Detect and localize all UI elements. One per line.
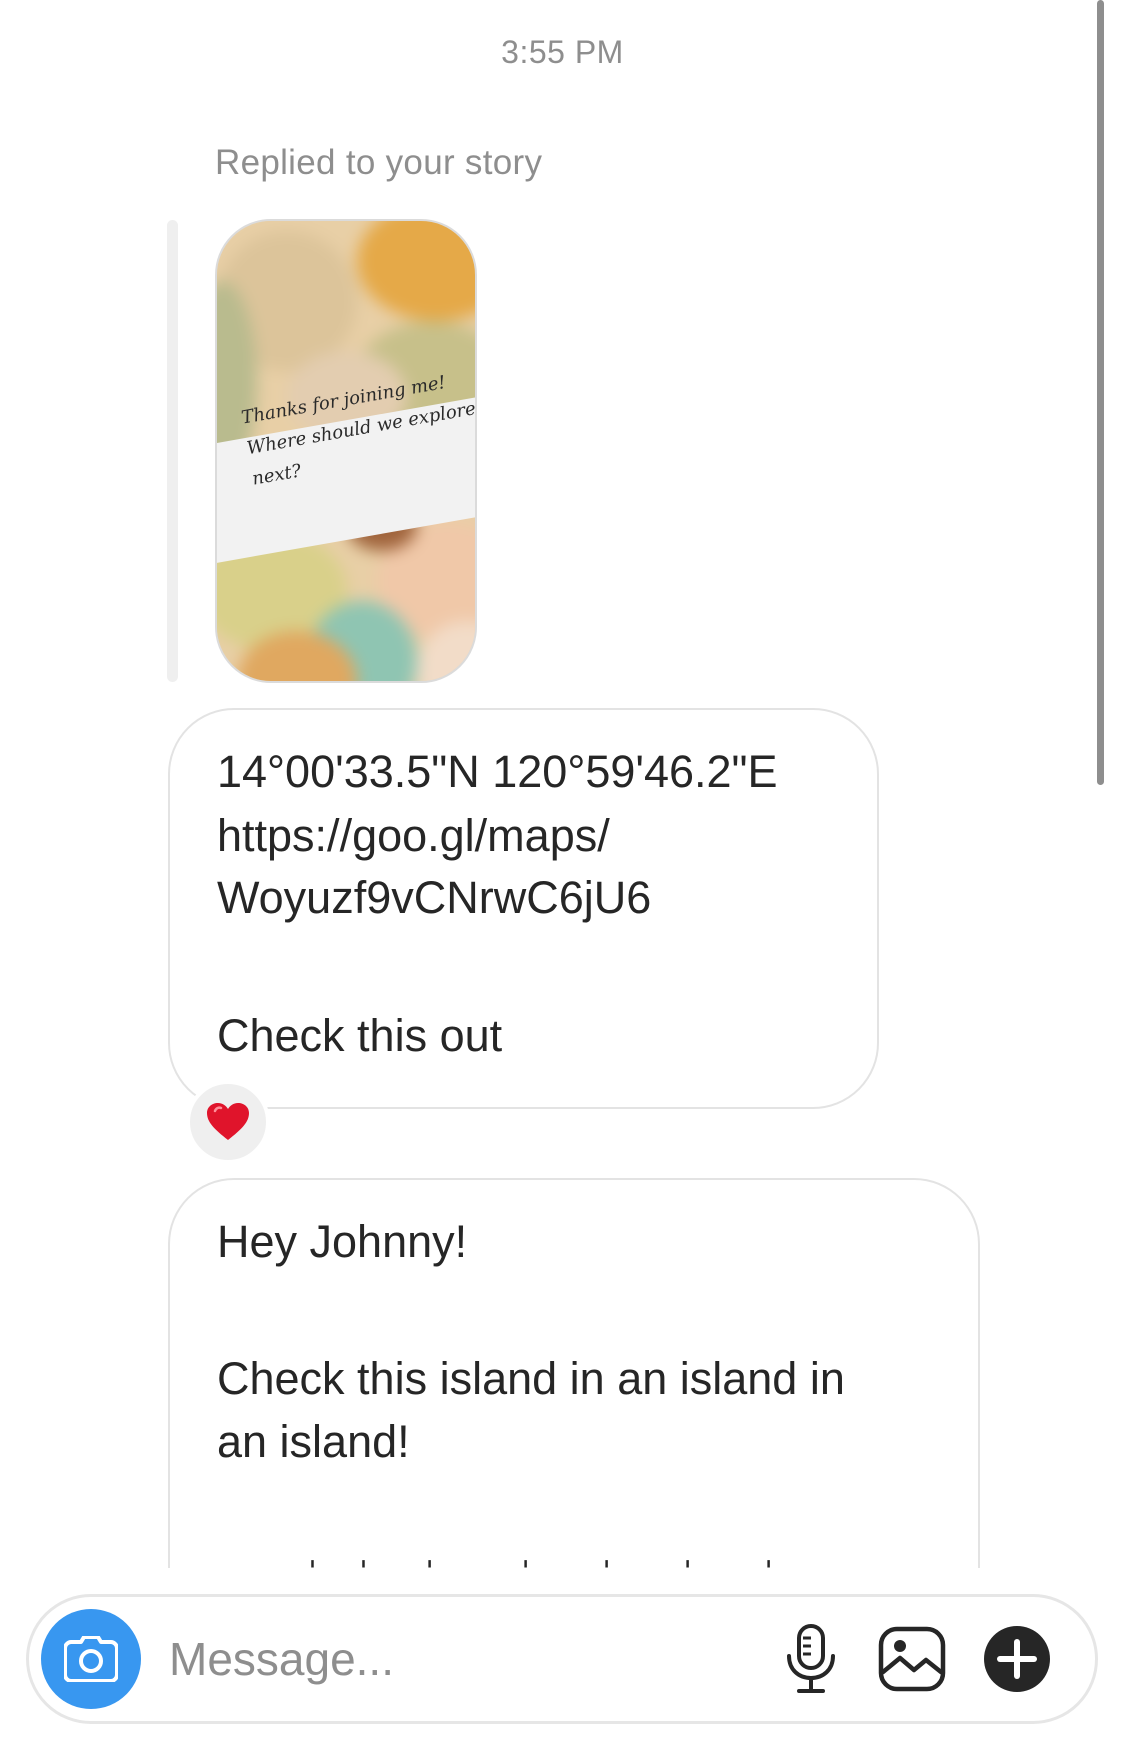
camera-icon <box>64 1636 118 1682</box>
message-text-line: an island! <box>217 1416 410 1467</box>
message-input[interactable] <box>169 1617 729 1701</box>
microphone-icon <box>787 1624 835 1693</box>
message-text-line: 14°00'33.5"N 120°59'46.2"E <box>217 746 778 797</box>
scroll-indicator[interactable] <box>1097 0 1104 785</box>
message-timestamp: 3:55 PM <box>501 34 624 70</box>
message-text-line: Hey Johnny! <box>217 1216 468 1267</box>
message-text-line: Check this out <box>217 1010 503 1061</box>
gallery-button[interactable] <box>872 1619 952 1699</box>
message-bubble[interactable]: 14°00'33.5"N 120°59'46.2"E https://goo.g… <box>168 708 879 1109</box>
camera-button[interactable] <box>41 1609 141 1709</box>
message-text-line: Check this island in an island in <box>217 1353 845 1404</box>
message-composer <box>26 1594 1098 1724</box>
plus-icon <box>984 1626 1050 1692</box>
message-cutoff-text: ˈ ˈ ˈ ˈ ˈ ˈ ˈ <box>168 1545 980 1569</box>
voice-message-button[interactable] <box>771 1619 851 1699</box>
message-link-line[interactable]: https://goo.gl/maps/ <box>217 810 610 862</box>
dm-thread-screen: 3:55 PM Replied to your story Thanks for… <box>0 0 1125 1748</box>
more-options-button[interactable] <box>977 1619 1057 1699</box>
gallery-icon <box>878 1626 946 1692</box>
story-reply-label: Replied to your story <box>215 143 543 182</box>
story-thumbnail[interactable]: Thanks for joining me! Where should we e… <box>215 219 477 683</box>
heart-icon <box>207 1103 249 1140</box>
reply-quote-bar <box>167 220 178 682</box>
message-reaction[interactable] <box>186 1080 270 1164</box>
message-link-line[interactable]: Woyuzf9vCNrwC6jU6 <box>217 872 651 924</box>
